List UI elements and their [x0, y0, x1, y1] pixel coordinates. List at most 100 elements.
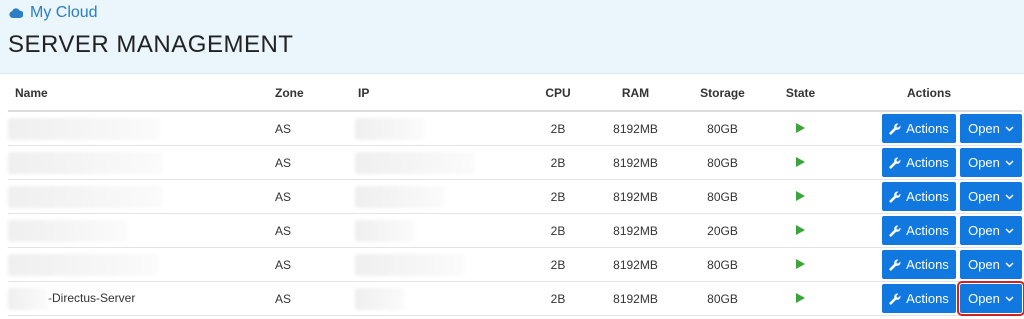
breadcrumb-label[interactable]: My Cloud	[30, 4, 98, 22]
cell-ip	[355, 281, 525, 316]
server-zone: AS	[275, 155, 292, 170]
chevron-down-icon	[1005, 125, 1014, 132]
table-row[interactable]: AS 2B 8192MB 80GB Actions Open	[8, 179, 1022, 214]
redacted-ip	[355, 185, 445, 208]
column-header-storage[interactable]: Storage	[680, 76, 765, 112]
open-button-label[interactable]: Open	[968, 121, 1000, 136]
actions-button-label[interactable]: Actions	[906, 291, 949, 306]
play-icon	[796, 156, 805, 167]
redacted-ip	[355, 219, 415, 242]
cloud-icon	[9, 8, 23, 18]
wrench-icon	[889, 123, 901, 135]
server-zone: AS	[275, 189, 292, 204]
open-button[interactable]: Open	[960, 148, 1022, 177]
open-button-label[interactable]: Open	[968, 291, 1000, 306]
actions-button[interactable]: Actions	[882, 114, 956, 143]
cell-name	[8, 179, 268, 214]
open-button-label[interactable]: Open	[968, 155, 1000, 170]
column-header-zone[interactable]: Zone	[268, 76, 355, 112]
redacted-ip	[355, 287, 405, 310]
page-header: My Cloud SERVER MANAGEMENT	[0, 0, 1024, 74]
column-header-cpu[interactable]: CPU	[525, 76, 591, 112]
actions-button[interactable]: Actions	[882, 284, 956, 313]
open-button[interactable]: Open	[960, 216, 1022, 245]
column-header-ram[interactable]: RAM	[591, 76, 680, 112]
actions-button[interactable]: Actions	[882, 148, 956, 177]
redacted-name	[8, 253, 158, 276]
wrench-icon	[889, 259, 901, 271]
column-header-state[interactable]: State	[765, 76, 836, 112]
cell-storage: 80GB	[680, 145, 765, 180]
play-icon	[796, 292, 805, 303]
table-row[interactable]: AS 2B 8192MB 80GB Actions Open	[8, 145, 1022, 180]
breadcrumb[interactable]: My Cloud	[9, 4, 98, 22]
redacted-ip	[355, 151, 475, 174]
chevron-down-icon	[1005, 227, 1014, 234]
server-storage: 20GB	[707, 223, 738, 238]
table-row[interactable]: AS 2B 8192MB 80GB Actions Open	[8, 111, 1022, 146]
open-button-label[interactable]: Open	[968, 189, 1000, 204]
open-button[interactable]: Open	[960, 182, 1022, 211]
server-zone: AS	[275, 223, 292, 238]
cell-zone: AS	[268, 111, 355, 146]
actions-button[interactable]: Actions	[882, 250, 956, 279]
table-row[interactable]: -Directus-Server AS 2B 8192MB 80GB Actio…	[8, 281, 1024, 316]
cell-zone: AS	[268, 247, 355, 282]
open-button-label[interactable]: Open	[968, 223, 1000, 238]
cell-name	[8, 145, 268, 180]
server-cpu: 2B	[550, 121, 566, 136]
table-row[interactable]: AS 2B 8192MB 20GB Actions Open	[8, 213, 1022, 248]
cell-ram: 8192MB	[591, 247, 680, 282]
chevron-down-icon	[1005, 261, 1014, 268]
cell-state	[765, 213, 836, 248]
cell-storage: 20GB	[680, 213, 765, 248]
server-zone: AS	[275, 121, 292, 136]
cell-state	[765, 281, 836, 316]
redacted-name	[8, 219, 128, 242]
cell-actions: Actions Open	[836, 179, 1022, 214]
play-icon	[796, 258, 805, 269]
server-name: -Directus-Server	[48, 290, 136, 305]
open-button[interactable]: Open	[960, 114, 1022, 143]
open-button-label[interactable]: Open	[968, 257, 1000, 272]
chevron-down-icon	[1005, 159, 1014, 166]
cell-name: -Directus-Server	[8, 281, 268, 316]
open-button[interactable]: Open	[960, 250, 1022, 279]
column-header-name[interactable]: Name	[8, 76, 268, 112]
play-icon	[796, 190, 805, 201]
cell-state	[765, 179, 836, 214]
open-button[interactable]: Open	[957, 281, 1024, 316]
wrench-icon	[889, 293, 901, 305]
table-header-row: Name Zone IP CPU RAM Storage State Actio…	[8, 76, 1022, 112]
cell-actions: Actions Open	[836, 247, 1022, 282]
page-title: SERVER MANAGEMENT	[8, 31, 294, 58]
redacted-name	[8, 117, 160, 140]
actions-button[interactable]: Actions	[882, 216, 956, 245]
column-header-ip[interactable]: IP	[355, 76, 525, 112]
actions-button-label[interactable]: Actions	[906, 155, 949, 170]
actions-button[interactable]: Actions	[882, 182, 956, 211]
actions-button-label[interactable]: Actions	[906, 189, 949, 204]
cell-ram: 8192MB	[591, 145, 680, 180]
cell-storage: 80GB	[680, 111, 765, 146]
actions-button-label[interactable]: Actions	[906, 121, 949, 136]
redacted-name	[8, 185, 163, 208]
server-ram: 8192MB	[613, 189, 658, 204]
server-zone: AS	[275, 291, 292, 306]
server-cpu: 2B	[550, 189, 566, 204]
server-zone: AS	[275, 257, 292, 272]
actions-button-label[interactable]: Actions	[906, 257, 949, 272]
cell-zone: AS	[268, 179, 355, 214]
table-row[interactable]: AS 2B 8192MB 80GB Actions Open	[8, 247, 1022, 282]
cell-ip	[355, 179, 525, 214]
cell-actions: Actions Open	[836, 281, 1024, 316]
actions-button-label[interactable]: Actions	[906, 223, 949, 238]
cell-name	[8, 247, 268, 282]
server-storage: 80GB	[707, 257, 738, 272]
cell-state	[765, 145, 836, 180]
server-storage: 80GB	[707, 121, 738, 136]
cell-storage: 80GB	[680, 281, 765, 316]
server-table: Name Zone IP CPU RAM Storage State Actio…	[8, 76, 1024, 316]
cell-zone: AS	[268, 213, 355, 248]
server-ram: 8192MB	[613, 291, 658, 306]
